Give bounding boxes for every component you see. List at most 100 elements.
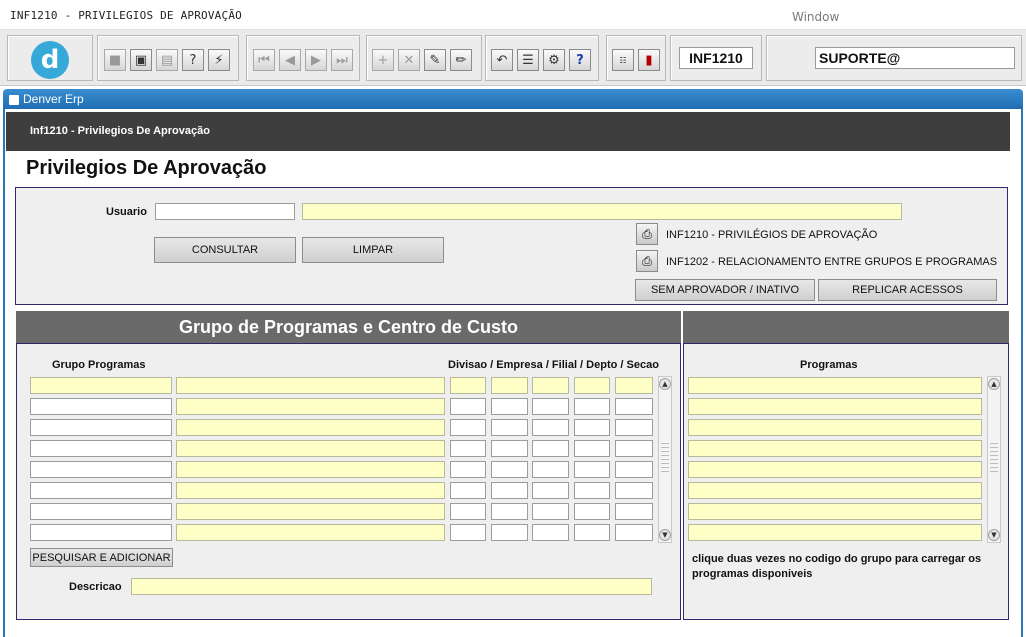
usuario-input[interactable] [155,203,295,220]
filial-cell[interactable] [532,524,569,541]
next-record-icon[interactable]: ▶ [305,49,327,71]
grupo-code-cell[interactable] [30,482,172,499]
window-menu[interactable]: Window [792,10,839,24]
edit-icon[interactable]: ✎ [424,49,446,71]
grupo-code-cell[interactable] [30,440,172,457]
scroll-up-icon[interactable]: ▲ [659,378,671,390]
help-icon[interactable]: ? [569,49,591,71]
depto-cell[interactable] [574,524,610,541]
list-icon[interactable]: ☰ [517,49,539,71]
group-scrollbar[interactable]: ▲ ▼ [658,376,672,543]
empresa-cell[interactable] [491,440,528,457]
depto-cell[interactable] [574,377,610,394]
print-report-icon[interactable]: ⎙ [636,250,658,272]
first-record-icon[interactable]: ⏮ [253,49,275,71]
print-icon[interactable]: ▤ [156,49,178,71]
report-inf1202-label[interactable]: INF1202 - RELACIONAMENTO ENTRE GRUPOS E … [666,256,997,268]
window-icon[interactable]: ▣ [130,49,152,71]
filial-cell[interactable] [532,377,569,394]
divisao-cell[interactable] [450,503,486,520]
programa-cell[interactable] [688,377,982,394]
secao-cell[interactable] [615,419,653,436]
empresa-cell[interactable] [491,461,528,478]
depto-cell[interactable] [574,419,610,436]
previous-record-icon[interactable]: ◀ [279,49,301,71]
depto-cell[interactable] [574,440,610,457]
filial-cell[interactable] [532,482,569,499]
secao-cell[interactable] [615,524,653,541]
secao-cell[interactable] [615,377,653,394]
divisao-cell[interactable] [450,419,486,436]
filial-cell[interactable] [532,440,569,457]
empresa-cell[interactable] [491,482,528,499]
report-inf1210-label[interactable]: INF1210 - PRIVILÉGIOS DE APROVAÇÃO [666,229,877,241]
divisao-cell[interactable] [450,440,486,457]
empresa-cell[interactable] [491,419,528,436]
divisao-cell[interactable] [450,461,486,478]
programa-cell[interactable] [688,524,982,541]
exit-icon[interactable]: ▮ [638,49,660,71]
consultar-button[interactable]: CONSULTAR [154,237,296,263]
last-record-icon[interactable]: ⏭ [331,49,353,71]
menu-icon[interactable]: ☷ [612,49,634,71]
grupo-desc-cell[interactable] [176,440,445,457]
grupo-code-cell[interactable] [30,503,172,520]
grupo-code-cell[interactable] [30,377,172,394]
scroll-up-icon[interactable]: ▲ [988,378,1000,390]
grupo-code-cell[interactable] [30,398,172,415]
empresa-cell[interactable] [491,398,528,415]
grupo-desc-cell[interactable] [176,503,445,520]
limpar-button[interactable]: LIMPAR [302,237,444,263]
undo-icon[interactable]: ↶ [491,49,513,71]
divisao-cell[interactable] [450,524,486,541]
grupo-code-cell[interactable] [30,419,172,436]
empresa-cell[interactable] [491,503,528,520]
scroll-down-icon[interactable]: ▼ [659,529,671,541]
depto-cell[interactable] [574,482,610,499]
filial-cell[interactable] [532,398,569,415]
grupo-code-cell[interactable] [30,524,172,541]
replicar-acessos-button[interactable]: REPLICAR ACESSOS [818,279,997,301]
scroll-down-icon[interactable]: ▼ [988,529,1000,541]
depto-cell[interactable] [574,503,610,520]
programa-cell[interactable] [688,503,982,520]
execute-icon[interactable]: ⚡ [208,49,230,71]
programa-cell[interactable] [688,419,982,436]
pesquisar-adicionar-button[interactable]: PESQUISAR E ADICIONAR [30,548,173,567]
secao-cell[interactable] [615,503,653,520]
tools-icon[interactable]: ⚙ [543,49,565,71]
clear-icon[interactable]: ✏ [450,49,472,71]
divisao-cell[interactable] [450,398,486,415]
save-icon[interactable]: ■ [104,49,126,71]
delete-record-icon[interactable]: ✕ [398,49,420,71]
empresa-cell[interactable] [491,524,528,541]
grupo-desc-cell[interactable] [176,482,445,499]
scroll-grip-icon[interactable] [990,443,998,473]
empresa-cell[interactable] [491,377,528,394]
filial-cell[interactable] [532,461,569,478]
insert-record-icon[interactable]: + [372,49,394,71]
grupo-desc-cell[interactable] [176,461,445,478]
secao-cell[interactable] [615,461,653,478]
divisao-cell[interactable] [450,377,486,394]
grupo-desc-cell[interactable] [176,398,445,415]
sem-aprovador-button[interactable]: SEM APROVADOR / INATIVO [635,279,815,301]
programa-cell[interactable] [688,482,982,499]
filial-cell[interactable] [532,419,569,436]
print-report-icon[interactable]: ⎙ [636,223,658,245]
programa-cell[interactable] [688,440,982,457]
depto-cell[interactable] [574,461,610,478]
grupo-code-cell[interactable] [30,461,172,478]
scroll-grip-icon[interactable] [661,443,669,473]
programs-scrollbar[interactable]: ▲ ▼ [987,376,1001,543]
grupo-desc-cell[interactable] [176,419,445,436]
filial-cell[interactable] [532,503,569,520]
programa-cell[interactable] [688,398,982,415]
grupo-desc-cell[interactable] [176,524,445,541]
divisao-cell[interactable] [450,482,486,499]
secao-cell[interactable] [615,482,653,499]
programa-cell[interactable] [688,461,982,478]
secao-cell[interactable] [615,440,653,457]
depto-cell[interactable] [574,398,610,415]
secao-cell[interactable] [615,398,653,415]
